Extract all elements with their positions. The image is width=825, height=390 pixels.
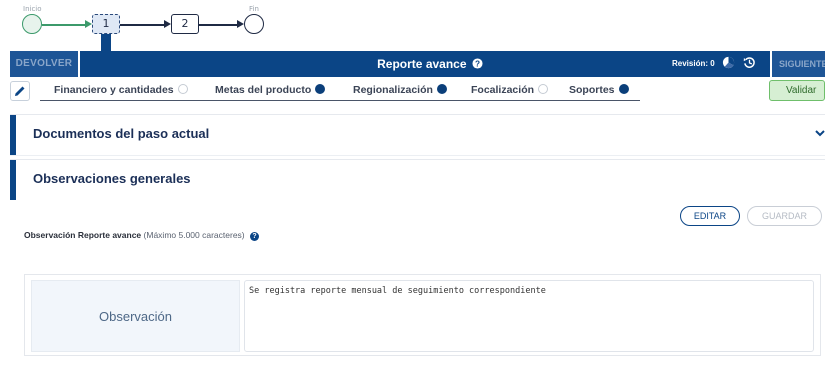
observacion-label-text: Observación Reporte avance (24, 230, 142, 240)
flow-step-2[interactable]: 2 (171, 14, 199, 34)
step-header-bar: DEVOLVER Reporte avance ? Revisión: 0 SI… (10, 51, 825, 77)
tab-focalizacion[interactable]: Focalización (471, 84, 549, 96)
observaciones-section: Observaciones generales (10, 159, 825, 200)
flow-arrow-icon (164, 20, 171, 28)
tab-soportes[interactable]: Soportes (569, 84, 629, 96)
tab-label: Focalización (471, 84, 535, 96)
chevron-down-icon[interactable] (815, 129, 825, 137)
flow-end-node[interactable] (244, 14, 264, 34)
tabs-underline (40, 100, 640, 101)
question-circle-icon[interactable]: ? (250, 232, 260, 241)
editar-button[interactable]: EDITAR (680, 206, 740, 226)
flow-connector (199, 24, 238, 26)
flow-arrow-icon (85, 20, 92, 28)
guardar-button[interactable]: GUARDAR (747, 206, 822, 226)
validar-button[interactable]: Validar (769, 80, 825, 101)
documentos-title: Documentos del paso actual (33, 126, 210, 141)
observacion-hint: (Máximo 5.000 caracteres) (143, 230, 245, 240)
status-dot (315, 84, 326, 94)
flow-current-indicator (101, 34, 111, 51)
tab-label: Regionalización (353, 84, 433, 96)
question-circle-icon[interactable]: ? (472, 58, 483, 69)
tab-label: Soportes (569, 84, 615, 96)
pencil-icon (15, 86, 25, 96)
edit-button[interactable] (10, 81, 30, 101)
observacion-field-label: Observación Reporte avance (Máximo 5.000… (24, 230, 260, 241)
flow-end-label: Fin (249, 5, 259, 13)
devolver-button[interactable]: DEVOLVER (10, 51, 78, 77)
revision-label: Revisión: 0 (672, 59, 715, 68)
tab-label: Metas del producto (215, 84, 312, 96)
section-accent-bar (10, 115, 16, 155)
section-accent-bar (10, 160, 16, 200)
divider (78, 51, 80, 77)
tab-metas[interactable]: Metas del producto (215, 84, 326, 96)
observacion-table: Observación Se registra reporte mensual … (24, 274, 821, 356)
flow-start-label: Inicio (23, 5, 42, 13)
tab-label: Financiero y cantidades (54, 84, 174, 96)
tab-regionalizacion[interactable]: Regionalización (353, 84, 447, 96)
siguiente-button[interactable]: SIGUIENTE (770, 51, 825, 77)
observaciones-title: Observaciones generales (33, 171, 191, 186)
flow-start-node[interactable] (22, 14, 42, 34)
observacion-row-header: Observación (31, 280, 240, 352)
observacion-textarea[interactable]: Se registra reporte mensual de seguimien… (244, 280, 814, 352)
flow-connector (120, 24, 165, 26)
revision-indicator: Revisión: 0 (672, 51, 756, 77)
flow-arrow-icon (237, 20, 244, 28)
page-title: Reporte avance ? (310, 51, 550, 77)
svg-text:?: ? (475, 59, 480, 68)
pie-chart-icon[interactable] (722, 56, 735, 69)
status-dot (538, 84, 549, 94)
documentos-section[interactable]: Documentos del paso actual (10, 114, 825, 156)
status-dot (436, 84, 447, 94)
flow-step-1[interactable]: 1 (92, 14, 120, 34)
status-dot (618, 84, 629, 94)
status-dot (177, 84, 188, 94)
history-icon[interactable] (743, 56, 756, 69)
tab-financiero[interactable]: Financiero y cantidades (54, 84, 188, 96)
flow-connector (42, 24, 86, 26)
page-title-text: Reporte avance (377, 57, 467, 71)
